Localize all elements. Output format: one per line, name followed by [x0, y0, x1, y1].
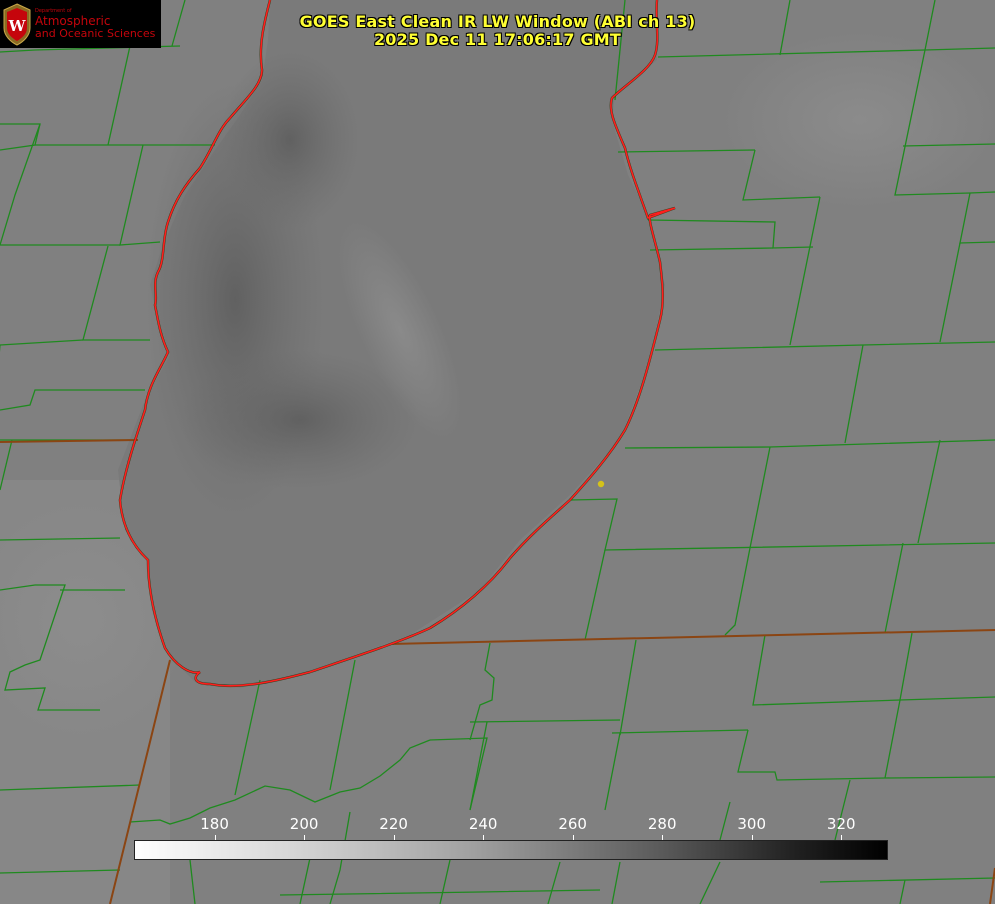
- colorbar-tick-label: 280: [647, 815, 677, 833]
- colorbar-tick-label: 300: [737, 815, 767, 833]
- colorbar-tick-label: 260: [558, 815, 587, 833]
- colorbar-tick-label: 320: [826, 815, 856, 833]
- image-title: GOES East Clean IR LW Window (ABI ch 13): [299, 12, 696, 31]
- station-marker: [597, 480, 605, 488]
- image-timestamp: 2025 Dec 11 17:06:17 GMT: [373, 30, 622, 49]
- colorbar-tick-label: 220: [379, 815, 408, 833]
- colorbar-tick-label: 200: [289, 815, 319, 833]
- colorbar-tick-label: 240: [468, 815, 498, 833]
- satellite-map: [0, 0, 995, 904]
- colorbar: [134, 840, 888, 860]
- imagery-light-patch: [720, 30, 995, 210]
- colorbar-tick-label: 180: [200, 815, 229, 833]
- lake-dark-band: [220, 50, 360, 230]
